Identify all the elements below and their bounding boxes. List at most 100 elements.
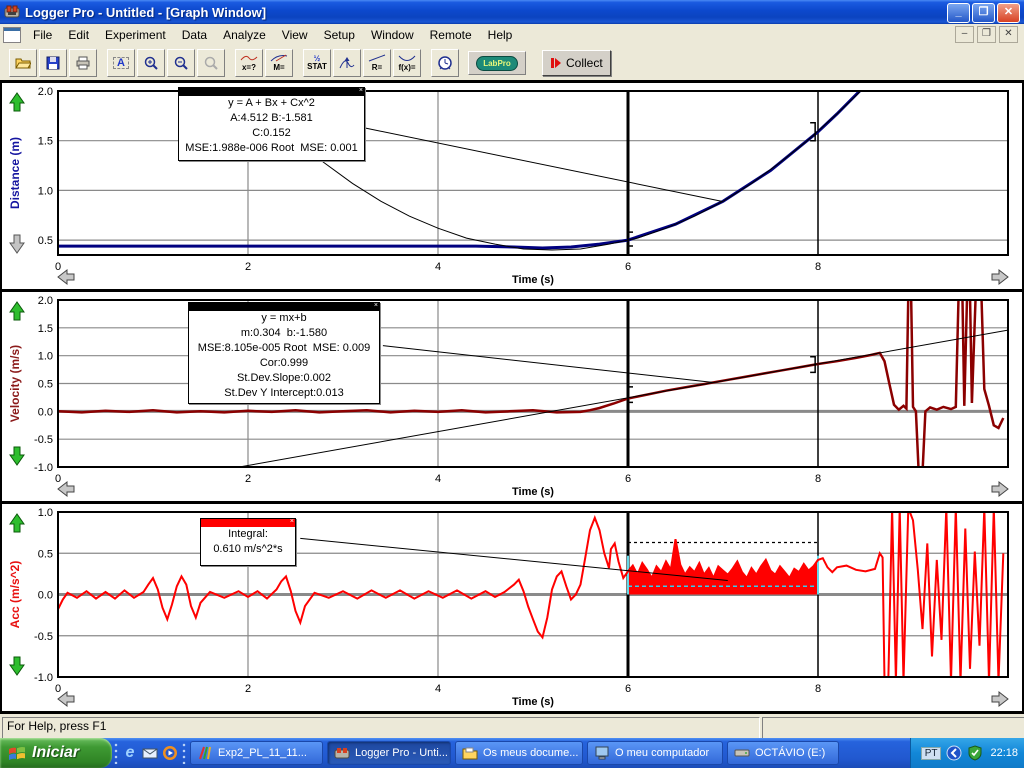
examine-button[interactable]: x=? bbox=[235, 49, 263, 77]
acceleration-annotation-box[interactable]: ×Integral:0.610 m/s^2*s bbox=[200, 518, 296, 566]
taskbar-item-my-documents[interactable]: Os meus docume... bbox=[455, 741, 583, 765]
annotation-title-bar[interactable]: × bbox=[189, 303, 379, 311]
quicklaunch-ie[interactable]: e bbox=[120, 743, 140, 763]
mdi-close-button[interactable]: ✕ bbox=[999, 26, 1018, 43]
labpro-label: LabPro bbox=[476, 56, 518, 71]
close-button[interactable]: ✕ bbox=[997, 3, 1020, 23]
acceleration-chart[interactable]: -1.0-0.50.00.51.002468Time (s)Acc (m/s^2… bbox=[2, 504, 1022, 711]
taskbar-item-label: Exp2_PL_11_11... bbox=[218, 747, 307, 759]
distance-graph-panel[interactable]: 0.51.01.52.002468Time (s)Distance (m)×y … bbox=[2, 83, 1022, 289]
y-axis-down-arrow[interactable] bbox=[10, 657, 24, 675]
x-scroll-right-arrow[interactable] bbox=[992, 692, 1008, 706]
menu-file[interactable]: File bbox=[25, 26, 60, 44]
x-scroll-right-arrow[interactable] bbox=[992, 482, 1008, 496]
mdi-restore-button[interactable]: ❐ bbox=[977, 26, 996, 43]
annotation-close-icon[interactable]: × bbox=[374, 302, 378, 310]
data-collection-button[interactable] bbox=[431, 49, 459, 77]
quicklaunch-mail[interactable] bbox=[140, 743, 160, 763]
distance-chart[interactable]: 0.51.01.52.002468Time (s)Distance (m) bbox=[2, 83, 1022, 289]
x-axis-label: Time (s) bbox=[512, 486, 554, 498]
velocity-graph-panel[interactable]: -1.0-0.50.00.51.01.52.002468Time (s)Velo… bbox=[2, 292, 1022, 501]
language-bar-collapse-icon[interactable] bbox=[946, 745, 962, 761]
y-tick-label: -0.5 bbox=[34, 631, 53, 643]
open-button[interactable] bbox=[9, 49, 37, 77]
tangent-label: M= bbox=[270, 64, 288, 72]
x-tick-label: 0 bbox=[55, 683, 61, 695]
x-scroll-right-arrow[interactable] bbox=[992, 270, 1008, 284]
labpro-button[interactable]: LabPro bbox=[468, 51, 526, 75]
menu-setup[interactable]: Setup bbox=[316, 26, 363, 44]
mdi-minimize-button[interactable]: – bbox=[955, 26, 974, 43]
velocity-chart[interactable]: -1.0-0.50.00.51.01.52.002468Time (s)Velo… bbox=[2, 292, 1022, 501]
media-player-icon bbox=[162, 745, 178, 761]
status-extra bbox=[762, 717, 1024, 739]
annotation-text-line: St.Dev Y Intercept:0.013 bbox=[189, 386, 379, 401]
statistics-button[interactable]: ½ STAT bbox=[303, 49, 331, 77]
linear-fit-button[interactable]: R= bbox=[363, 49, 391, 77]
y-tick-label: 1.5 bbox=[38, 323, 53, 335]
minimize-button[interactable]: _ bbox=[947, 3, 970, 23]
velocity-annotation-box[interactable]: ×y = mx+bm:0.304 b:-1.580MSE:8.105e-005 … bbox=[188, 302, 380, 404]
taskbar-item-my-computer[interactable]: O meu computador bbox=[587, 741, 723, 765]
zoom-out-button[interactable] bbox=[167, 49, 195, 77]
y-tick-label: 0.5 bbox=[38, 235, 53, 247]
linear-fit-label: R= bbox=[368, 64, 386, 72]
annotation-text-line: m:0.304 b:-1.580 bbox=[189, 326, 379, 341]
taskbar: Iniciar e Exp2_PL_11_11... Logger bbox=[0, 738, 1024, 768]
y-axis-down-arrow[interactable] bbox=[10, 235, 24, 253]
menu-remote[interactable]: Remote bbox=[422, 26, 480, 44]
y-axis-up-arrow[interactable] bbox=[10, 514, 24, 532]
start-button[interactable]: Iniciar bbox=[0, 738, 112, 768]
annotation-text-line: St.Dev.Slope:0.002 bbox=[189, 371, 379, 386]
menu-analyze[interactable]: Analyze bbox=[215, 26, 274, 44]
clock[interactable]: 22:18 bbox=[990, 747, 1018, 759]
drive-icon bbox=[734, 745, 750, 761]
acceleration-graph-panel[interactable]: -1.0-0.50.00.51.002468Time (s)Acc (m/s^2… bbox=[2, 504, 1022, 711]
collect-button[interactable]: Collect bbox=[542, 50, 611, 76]
x-tick-label: 4 bbox=[435, 261, 441, 273]
restore-button[interactable]: ❐ bbox=[972, 3, 995, 23]
menu-data[interactable]: Data bbox=[174, 26, 215, 44]
annotation-text-line: 0.610 m/s^2*s bbox=[201, 542, 295, 557]
printer-icon bbox=[75, 55, 91, 71]
zoom-in-icon bbox=[143, 55, 159, 71]
x-tick-label: 0 bbox=[55, 473, 61, 485]
annotation-close-icon[interactable]: × bbox=[290, 518, 294, 526]
quicklaunch-media-player[interactable] bbox=[160, 743, 180, 763]
tangent-curve-icon bbox=[270, 54, 288, 62]
y-tick-label: 0.5 bbox=[38, 379, 53, 391]
title-bar: Logger Pro - Untitled - [Graph Window] _… bbox=[0, 0, 1024, 24]
y-tick-label: 1.0 bbox=[38, 185, 53, 197]
y-tick-label: -0.5 bbox=[34, 434, 53, 446]
toolbar: A x=? M= ½ bbox=[0, 46, 1024, 81]
annotation-title-bar[interactable]: × bbox=[201, 519, 295, 527]
annotation-title-bar[interactable]: × bbox=[179, 88, 364, 96]
y-axis-up-arrow[interactable] bbox=[10, 93, 24, 111]
y-axis-down-arrow[interactable] bbox=[10, 447, 24, 465]
zoom-in-button[interactable] bbox=[137, 49, 165, 77]
taskbar-item-label: O meu computador bbox=[615, 747, 709, 759]
curve-fit-button[interactable]: f(x)= bbox=[393, 49, 421, 77]
menu-view[interactable]: View bbox=[274, 26, 316, 44]
taskbar-item-logger-pro[interactable]: Logger Pro - Unti... bbox=[327, 741, 451, 765]
annotation-close-icon[interactable]: × bbox=[359, 87, 363, 95]
menu-experiment[interactable]: Experiment bbox=[97, 26, 174, 44]
menu-help[interactable]: Help bbox=[480, 26, 521, 44]
y-axis-label: Velocity (m/s) bbox=[8, 345, 22, 422]
integral-icon bbox=[339, 55, 355, 71]
tangent-button[interactable]: M= bbox=[265, 49, 293, 77]
y-axis-up-arrow[interactable] bbox=[10, 302, 24, 320]
shield-tray-icon[interactable] bbox=[967, 745, 983, 761]
text-annotation-button[interactable]: A bbox=[107, 49, 135, 77]
distance-annotation-box[interactable]: ×y = A + Bx + Cx^2A:4.512 B:-1.581C:0.15… bbox=[178, 87, 365, 161]
save-button[interactable] bbox=[39, 49, 67, 77]
menu-edit[interactable]: Edit bbox=[60, 26, 97, 44]
print-button[interactable] bbox=[69, 49, 97, 77]
taskbar-item-label: OCTÁVIO (E:) bbox=[755, 747, 825, 759]
y-tick-label: 0.5 bbox=[38, 548, 53, 560]
taskbar-item-exp2[interactable]: Exp2_PL_11_11... bbox=[190, 741, 323, 765]
menu-window[interactable]: Window bbox=[363, 26, 422, 44]
language-indicator[interactable]: PT bbox=[921, 747, 942, 760]
taskbar-item-octavio-drive[interactable]: OCTÁVIO (E:) bbox=[727, 741, 839, 765]
integral-button[interactable] bbox=[333, 49, 361, 77]
